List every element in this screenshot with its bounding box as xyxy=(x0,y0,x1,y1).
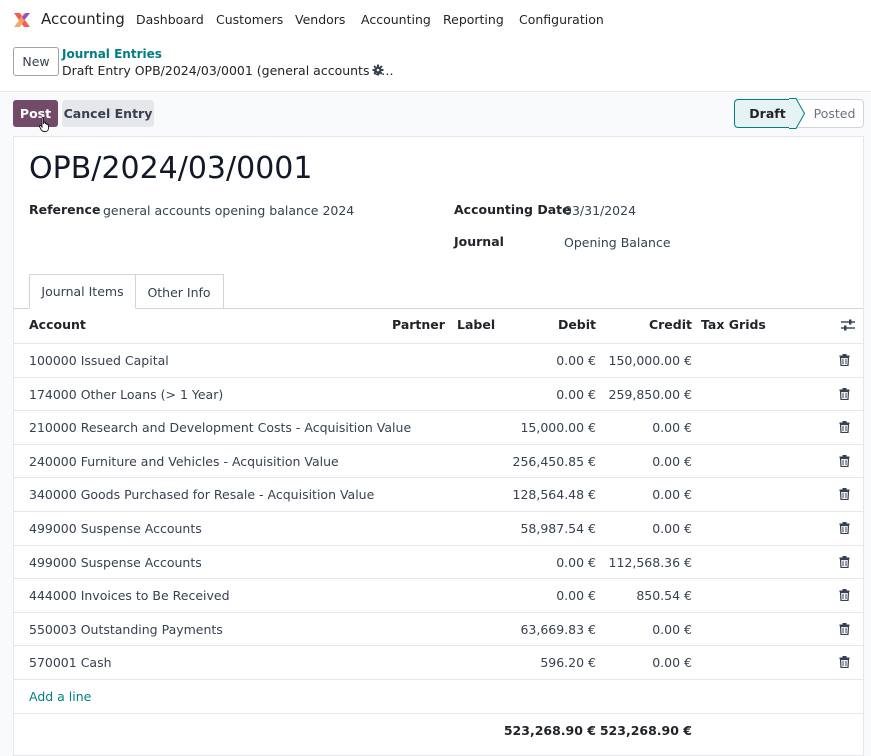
row-credit: 259,850.00 € xyxy=(608,386,693,402)
tab-divider xyxy=(14,308,863,309)
form-sheet: OPB/2024/03/0001 Reference general accou… xyxy=(13,136,864,756)
column-partner[interactable]: Partner xyxy=(392,317,445,332)
row-credit: 0.00 € xyxy=(652,621,692,637)
top-navbar: Accounting Dashboard Customers Vendors A… xyxy=(0,0,871,40)
row-debit: 63,669.83 € xyxy=(520,621,596,637)
menu-dashboard[interactable]: Dashboard xyxy=(136,12,204,27)
row-credit: 112,568.36 € xyxy=(608,554,693,570)
page-title: OPB/2024/03/0001 xyxy=(29,151,313,186)
row-debit: 0.00 € xyxy=(556,386,596,402)
column-account[interactable]: Account xyxy=(29,317,86,332)
row-debit: 256,450.85 € xyxy=(512,453,597,469)
row-account: 444000 Invoices to Be Received xyxy=(29,588,230,604)
hand-cursor-icon xyxy=(39,117,49,132)
journal-items-table: 100000 Issued Capital 0.00 € 150,000.00 … xyxy=(14,343,863,746)
status-bar: Draft Posted xyxy=(734,98,864,129)
column-label[interactable]: Label xyxy=(457,317,495,332)
row-account: 240000 Furniture and Vehicles - Acquisit… xyxy=(29,453,339,469)
reference-label: Reference xyxy=(29,202,101,217)
control-panel: New Journal Entries Draft Entry OPB/2024… xyxy=(0,40,871,92)
table-row[interactable]: 499000 Suspense Accounts 0.00 € 112,568.… xyxy=(14,544,863,579)
trash-icon[interactable] xyxy=(839,656,850,669)
menu-reporting[interactable]: Reporting xyxy=(443,12,504,27)
row-account: 499000 Suspense Accounts xyxy=(29,554,202,570)
status-posted[interactable]: Posted xyxy=(796,99,864,128)
trash-icon[interactable] xyxy=(839,354,850,366)
menu-configuration[interactable]: Configuration xyxy=(519,12,604,27)
trash-icon[interactable] xyxy=(839,454,850,467)
add-line-link[interactable]: Add a line xyxy=(29,689,91,704)
row-debit: 128,564.48 € xyxy=(512,487,597,503)
row-debit: 596.20 € xyxy=(540,655,596,671)
row-credit: 0.00 € xyxy=(652,487,692,503)
journal-field[interactable]: Opening Balance xyxy=(564,235,671,250)
trash-icon[interactable] xyxy=(839,387,850,400)
row-credit: 0.00 € xyxy=(652,520,692,536)
trash-icon[interactable] xyxy=(839,622,850,635)
table-row[interactable]: 499000 Suspense Accounts 58,987.54 € 0.0… xyxy=(14,510,863,545)
table-row[interactable]: 100000 Issued Capital 0.00 € 150,000.00 … xyxy=(14,343,863,377)
row-account: 499000 Suspense Accounts xyxy=(29,520,202,536)
add-line-row: Add a line xyxy=(14,678,863,713)
reference-field[interactable]: general accounts opening balance 2024 xyxy=(103,203,354,218)
row-debit: 0.00 € xyxy=(556,554,596,570)
trash-icon[interactable] xyxy=(839,589,850,602)
table-row[interactable]: 340000 Goods Purchased for Resale - Acqu… xyxy=(14,477,863,511)
trash-icon[interactable] xyxy=(839,521,850,534)
app-name[interactable]: Accounting xyxy=(41,10,125,28)
column-credit[interactable]: Credit xyxy=(592,317,692,332)
trash-icon[interactable] xyxy=(839,488,850,501)
accounting-app-icon[interactable] xyxy=(12,10,32,30)
column-tax-grids[interactable]: Tax Grids xyxy=(701,317,766,332)
row-credit: 0.00 € xyxy=(652,453,692,469)
cancel-entry-button[interactable]: Cancel Entry xyxy=(62,100,154,127)
row-debit: 15,000.00 € xyxy=(520,420,596,436)
row-account: 550003 Outstanding Payments xyxy=(29,621,223,637)
trash-icon[interactable] xyxy=(839,555,850,568)
accounting-date-label: Accounting Date xyxy=(454,202,571,217)
table-row[interactable]: 174000 Other Loans (> 1 Year) 0.00 € 259… xyxy=(14,376,863,411)
row-account: 100000 Issued Capital xyxy=(29,353,169,368)
menu-customers[interactable]: Customers xyxy=(216,12,283,27)
table-row[interactable]: 550003 Outstanding Payments 63,669.83 € … xyxy=(14,611,863,646)
tab-other-info[interactable]: Other Info xyxy=(135,274,224,309)
row-debit: 0.00 € xyxy=(556,353,596,368)
row-debit: 0.00 € xyxy=(556,588,596,604)
journal-label: Journal xyxy=(454,234,504,249)
row-credit: 150,000.00 € xyxy=(608,353,693,368)
column-settings-icon[interactable] xyxy=(841,319,855,331)
tab-journal-items[interactable]: Journal Items xyxy=(29,274,136,309)
status-draft[interactable]: Draft xyxy=(734,99,796,128)
menu-accounting[interactable]: Accounting xyxy=(361,12,431,27)
row-account: 340000 Goods Purchased for Resale - Acqu… xyxy=(29,487,375,503)
table-row[interactable]: 570001 Cash 596.20 € 0.00 € xyxy=(14,645,863,679)
gear-icon[interactable] xyxy=(372,64,384,76)
total-credit: 523,268.90 € xyxy=(599,722,692,738)
total-debit: 523,268.90 € xyxy=(503,722,596,738)
table-row[interactable]: 210000 Research and Development Costs - … xyxy=(14,410,863,444)
menu-vendors[interactable]: Vendors xyxy=(295,12,345,27)
post-button[interactable]: Post xyxy=(13,100,58,127)
table-row[interactable]: 240000 Furniture and Vehicles - Acquisit… xyxy=(14,443,863,478)
row-account: 210000 Research and Development Costs - … xyxy=(29,420,412,436)
trash-icon[interactable] xyxy=(839,421,850,434)
row-debit: 58,987.54 € xyxy=(520,520,596,536)
column-debit[interactable]: Debit xyxy=(496,317,596,332)
accounting-date-field[interactable]: 03/31/2024 xyxy=(564,203,636,218)
totals-row: 523,268.90 € 523,268.90 € xyxy=(14,712,863,747)
row-account: 174000 Other Loans (> 1 Year) xyxy=(29,386,224,402)
row-credit: 0.00 € xyxy=(652,420,692,436)
status-arrow-icon xyxy=(789,98,805,129)
row-credit: 850.54 € xyxy=(636,588,692,604)
table-row[interactable]: 444000 Invoices to Be Received 0.00 € 85… xyxy=(14,578,863,612)
row-credit: 0.00 € xyxy=(652,655,692,671)
row-account: 570001 Cash xyxy=(29,655,112,671)
breadcrumb-current-record: Draft Entry OPB/2024/03/0001 (general ac… xyxy=(62,63,394,78)
new-button[interactable]: New xyxy=(13,47,59,76)
breadcrumb-journal-entries[interactable]: Journal Entries xyxy=(62,47,162,61)
